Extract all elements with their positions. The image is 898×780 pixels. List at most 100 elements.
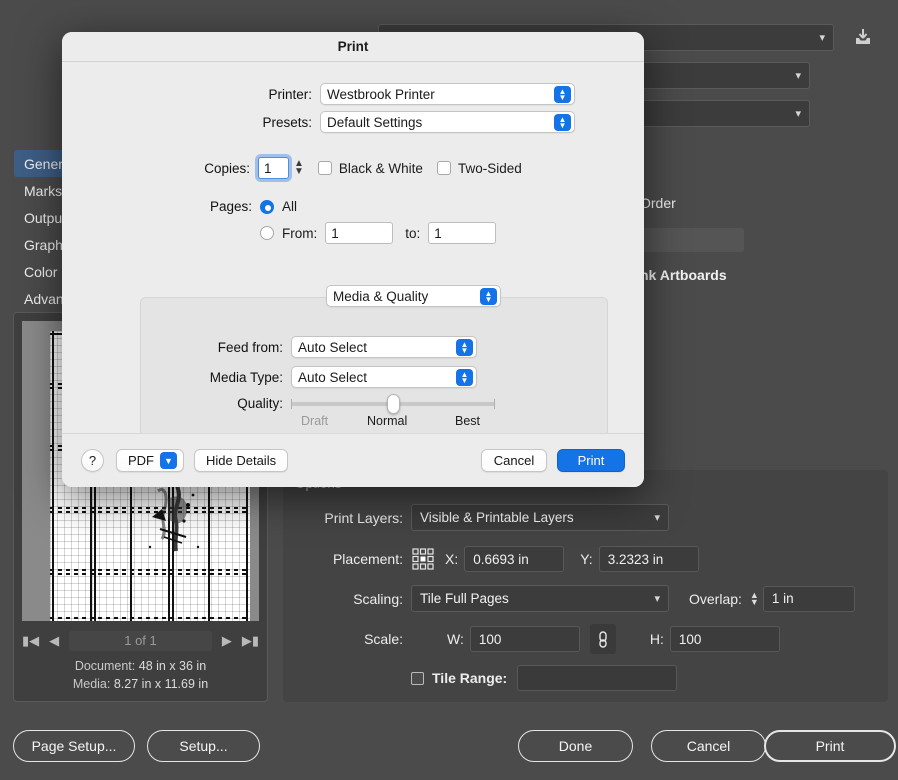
printer-row: Printer: Westbrook Printer ▲▼	[62, 83, 644, 105]
scaling-select[interactable]: Tile Full Pages ▾	[411, 585, 669, 612]
pdf-button[interactable]: PDF ▼	[116, 449, 184, 472]
feed-from-select[interactable]: Auto Select ▲▼	[291, 336, 477, 358]
print-button[interactable]: Print	[764, 730, 896, 762]
copies-row: Copies: 1 ▲▼ Black & White Two-Sided	[62, 157, 644, 179]
quality-slider-thumb[interactable]	[387, 394, 400, 414]
pages-range-row: From: 1 to: 1	[62, 222, 644, 244]
chevron-updown-icon: ▲▼	[554, 114, 571, 131]
overlap-stepper[interactable]: ▲▼	[750, 592, 759, 606]
quality-tick-best: Best	[455, 414, 480, 428]
order-label: Order	[640, 195, 676, 211]
presets-value: Default Settings	[327, 115, 422, 130]
tile-range-checkbox[interactable]	[411, 672, 424, 685]
save-preset-icon[interactable]	[846, 22, 880, 52]
feed-from-row: Feed from: Auto Select ▲▼	[141, 336, 607, 358]
first-page-icon[interactable]: ▮◀	[22, 633, 39, 649]
chevron-updown-icon: ▲▼	[456, 339, 473, 356]
media-type-value: Auto Select	[298, 370, 367, 385]
printer-label: Printer:	[62, 87, 312, 102]
presets-row: Presets: Default Settings ▲▼	[62, 111, 644, 133]
placement-anchor-icon[interactable]	[411, 547, 435, 571]
chevron-down-icon: ▾	[654, 511, 660, 524]
placement-x-label: X:	[445, 551, 458, 567]
previous-page-icon[interactable]: ◀	[49, 633, 59, 649]
done-button[interactable]: Done	[518, 730, 633, 762]
pages-range-radio[interactable]	[260, 226, 274, 240]
pages-all-label: All	[282, 199, 297, 214]
chevron-down-icon: ▾	[795, 107, 801, 120]
pages-from-input[interactable]: 1	[325, 222, 393, 244]
black-and-white-checkbox[interactable]	[318, 161, 332, 175]
placement-y-label: Y:	[580, 551, 592, 567]
chevron-down-icon: ▼	[160, 452, 177, 469]
hide-details-button[interactable]: Hide Details	[194, 449, 288, 472]
copies-value: 1	[264, 161, 272, 176]
placement-x-value: 0.6693 in	[473, 552, 529, 567]
pages-all-radio[interactable]	[260, 200, 274, 214]
presets-label: Presets:	[62, 115, 312, 130]
help-button[interactable]: ?	[81, 449, 104, 472]
page-setup-button[interactable]: Page Setup...	[13, 730, 135, 762]
copies-stepper[interactable]: ▲▼	[294, 160, 304, 176]
scale-h-label: H:	[650, 631, 664, 647]
media-type-select[interactable]: Auto Select ▲▼	[291, 366, 477, 388]
media-type-row: Media Type: Auto Select ▲▼	[141, 366, 607, 388]
cancel-label: Cancel	[687, 738, 731, 754]
pdf-label: PDF	[128, 453, 154, 468]
sheet-print-button[interactable]: Print	[557, 449, 625, 472]
scale-h-input[interactable]: 100	[670, 626, 780, 652]
pages-to-label: to:	[405, 226, 420, 241]
sheet-cancel-button[interactable]: Cancel	[481, 449, 547, 472]
pages-from-label: From:	[282, 226, 317, 241]
presets-select[interactable]: Default Settings ▲▼	[320, 111, 575, 133]
chevron-updown-icon: ▲▼	[456, 369, 473, 386]
setup-button[interactable]: Setup...	[147, 730, 260, 762]
page-setup-label: Page Setup...	[32, 738, 117, 754]
chevron-down-icon: ▾	[795, 69, 801, 82]
two-sided-checkbox[interactable]	[437, 161, 451, 175]
last-page-icon[interactable]: ▶▮	[242, 633, 259, 649]
document-size-value: 48 in x 36 in	[139, 659, 206, 673]
copies-input[interactable]: 1	[258, 157, 289, 179]
next-page-icon[interactable]: ▶	[222, 633, 232, 649]
black-and-white-label: Black & White	[339, 161, 423, 176]
pane-select[interactable]: Media & Quality ▲▼	[326, 285, 501, 307]
overlap-value: 1 in	[772, 591, 794, 606]
placement-y-input[interactable]: 3.2323 in	[599, 546, 699, 572]
pages-label: Pages:	[62, 199, 252, 214]
setup-label: Setup...	[179, 738, 227, 754]
scale-label: Scale:	[295, 631, 403, 647]
print-layers-select[interactable]: Visible & Printable Layers ▾	[411, 504, 669, 531]
scale-w-input[interactable]: 100	[470, 626, 580, 652]
overlap-input[interactable]: 1 in	[763, 586, 855, 612]
options-group: Options Print Layers: Visible & Printabl…	[283, 470, 888, 702]
scaling-value: Tile Full Pages	[420, 591, 509, 606]
document-info: Document: 48 in x 36 in Media: 8.27 in x…	[14, 655, 267, 701]
placement-row: Placement: X: 0.6693 in Y: 3.2323 in	[295, 546, 699, 572]
quality-tick-normal: Normal	[367, 414, 407, 428]
tile-range-input[interactable]	[517, 665, 677, 691]
scale-row: Scale: W: 100 H: 100	[295, 624, 780, 654]
pages-to-value: 1	[434, 226, 442, 241]
chevron-down-icon: ▾	[654, 592, 660, 605]
pages-to-input[interactable]: 1	[428, 222, 496, 244]
printer-value: Westbrook Printer	[327, 87, 435, 102]
chevron-updown-icon: ▲▼	[480, 288, 497, 305]
printer-select[interactable]: Westbrook Printer ▲▼	[320, 83, 575, 105]
placement-y-value: 3.2323 in	[608, 552, 664, 567]
quality-slider[interactable]	[291, 402, 495, 406]
scale-h-value: 100	[679, 632, 702, 647]
cancel-button[interactable]: Cancel	[651, 730, 766, 762]
print-dialog-title: Print	[62, 32, 644, 62]
page-counter: 1 of 1	[69, 631, 212, 651]
sidebar-item-label: Output	[24, 210, 66, 226]
placement-x-input[interactable]: 0.6693 in	[464, 546, 564, 572]
print-layers-label: Print Layers:	[295, 510, 403, 526]
order-field[interactable]	[640, 228, 744, 252]
link-constrain-icon[interactable]	[590, 624, 616, 654]
media-size-value: 8.27 in x 11.69 in	[114, 677, 208, 691]
document-size-label: Document:	[75, 659, 135, 673]
sheet-print-label: Print	[578, 453, 605, 468]
media-and-quality-panel: Media & Quality ▲▼ Feed from: Auto Selec…	[140, 297, 608, 437]
scale-w-value: 100	[479, 632, 502, 647]
